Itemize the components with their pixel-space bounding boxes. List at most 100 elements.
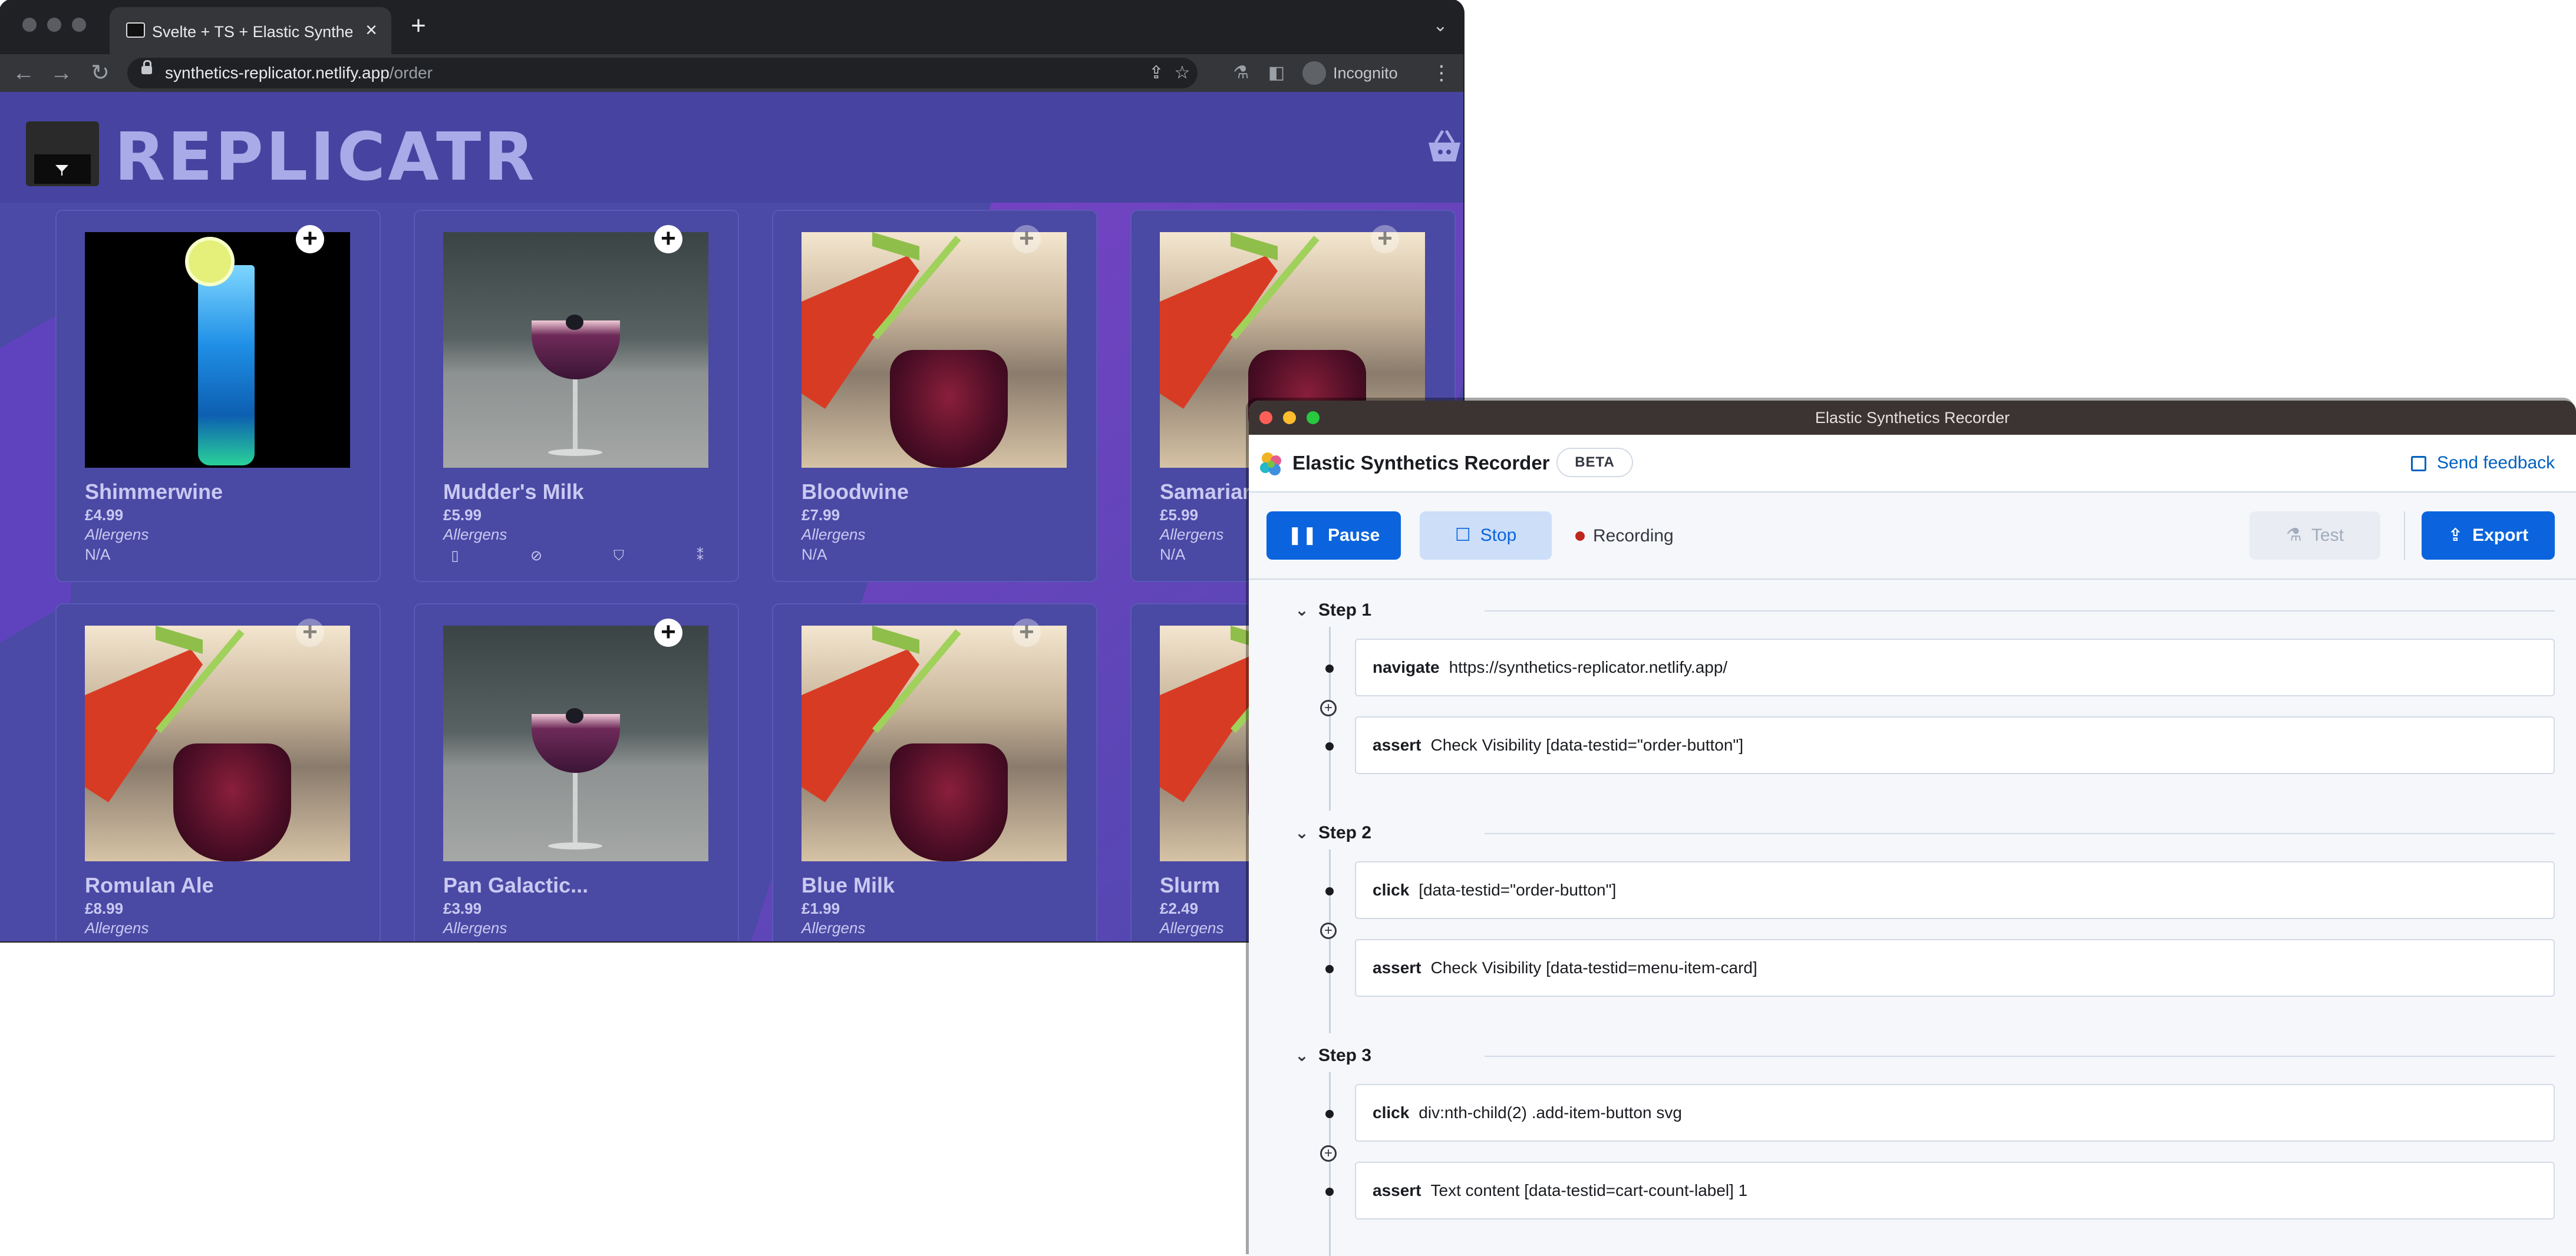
item-price: £4.99 xyxy=(85,506,124,524)
export-button[interactable]: ⇪ Export xyxy=(2422,511,2555,560)
url-text[interactable]: synthetics-replicator.netlify.app/order xyxy=(165,61,433,85)
incognito-profile[interactable]: Incognito xyxy=(1302,58,1420,88)
drink-image xyxy=(802,626,1067,861)
chevron-down-icon[interactable]: ⌄ xyxy=(1291,599,1312,622)
allergens-label: Allergens xyxy=(443,525,507,543)
site-header: REPLICATR xyxy=(0,92,1463,203)
item-name: Shimmerwine xyxy=(85,480,223,504)
add-item-button[interactable]: + xyxy=(1371,225,1399,253)
item-price: £1.99 xyxy=(802,900,840,917)
action-bullet xyxy=(1325,1188,1334,1196)
lock-icon xyxy=(141,60,152,74)
menu-item-card: + Shimmerwine £4.99 Allergens N/A xyxy=(57,211,380,581)
window-minimize-dot[interactable] xyxy=(1283,411,1296,424)
tab-search-chevron-icon[interactable]: ⌄ xyxy=(1429,14,1452,38)
menu-item-card: + Pan Galactic... £3.99 Allergens xyxy=(415,604,738,941)
allergens-label: Allergens xyxy=(802,525,866,543)
action-verb: assert xyxy=(1373,958,1421,977)
action-row[interactable]: click [data-testid="order-button"] xyxy=(1355,861,2555,919)
step-title: Step 2 xyxy=(1318,823,1372,842)
kebab-icon[interactable]: ⋮ xyxy=(1430,59,1453,87)
add-item-button[interactable]: + xyxy=(1012,619,1041,647)
star-icon[interactable]: ☆ xyxy=(1172,62,1193,84)
allergens-label: Allergens xyxy=(443,919,507,937)
item-name: Romulan Ale xyxy=(85,873,214,897)
action-detail: div:nth-child(2) .add-item-button svg xyxy=(1419,1103,1682,1122)
send-feedback-link[interactable]: Send feedback xyxy=(2411,448,2570,478)
step-header[interactable]: ⌄ Step 2 xyxy=(1295,821,1372,845)
test-button[interactable]: ⚗ Test xyxy=(2250,511,2380,560)
step-header[interactable]: ⌄ Step 1 xyxy=(1295,599,1371,622)
add-action-plus-icon[interactable]: + xyxy=(1320,923,1337,939)
share-icon[interactable]: ⇪ xyxy=(1146,62,1167,84)
item-price: £2.49 xyxy=(1160,900,1199,917)
tab-title: Svelte + TS + Elastic Synthetic xyxy=(152,23,352,41)
beta-badge: BETA xyxy=(1556,448,1633,477)
drink-image xyxy=(85,626,350,861)
action-detail: Check Visibility [data-testid=menu-item-… xyxy=(1430,958,1757,977)
window-close-dot[interactable] xyxy=(22,18,37,32)
step-header[interactable]: ⌄ Step 3 xyxy=(1295,1044,1372,1067)
recorder-titlebar: Elastic Synthetics Recorder xyxy=(1249,401,2576,435)
step-timeline xyxy=(1329,850,1331,1033)
allergens-value: N/A xyxy=(802,546,827,563)
add-item-button[interactable]: + xyxy=(1012,225,1041,253)
recorder-window: Elastic Synthetics Recorder Elastic Synt… xyxy=(1249,401,2576,1256)
address-bar[interactable]: synthetics-replicator.netlify.app/order … xyxy=(127,58,1198,88)
reload-icon[interactable]: ↻ xyxy=(86,59,114,87)
add-item-button[interactable]: + xyxy=(296,619,324,647)
drink-image xyxy=(802,232,1067,468)
sidepanel-icon[interactable]: ◧ xyxy=(1262,59,1291,87)
action-row[interactable]: click div:nth-child(2) .add-item-button s… xyxy=(1355,1084,2555,1142)
action-bullet xyxy=(1325,742,1334,751)
site-logo-text[interactable]: REPLICATR xyxy=(114,124,535,190)
wheat-icon: ⁑ xyxy=(697,548,704,564)
chevron-down-icon[interactable]: ⌄ xyxy=(1291,1044,1312,1067)
app-name: Elastic Synthetics Recorder xyxy=(1292,452,1550,474)
action-row[interactable]: assert Check Visibility [data-testid=menu… xyxy=(1355,939,2555,997)
add-action-plus-icon[interactable]: + xyxy=(1320,700,1337,716)
tab-strip: Svelte + TS + Elastic Synthetic × + ⌄ xyxy=(0,0,1463,54)
item-name: Pan Galactic... xyxy=(443,873,589,897)
menu-item-card: + Blue Milk £1.99 Allergens xyxy=(773,604,1096,941)
menu-item-card: + Mudder's Milk £5.99 Allergens ▯ ⊘ ⛉ ⁑ xyxy=(415,211,738,581)
action-verb: assert xyxy=(1373,1181,1421,1199)
add-item-button[interactable]: + xyxy=(654,619,682,647)
action-detail: https://synthetics-replicator.netlify.ap… xyxy=(1449,658,1728,676)
back-arrow-icon[interactable]: ← xyxy=(9,59,38,87)
allergens-label: Allergens xyxy=(1160,525,1224,543)
step-title: Step 3 xyxy=(1318,1046,1372,1065)
browser-tab[interactable]: Svelte + TS + Elastic Synthetic × xyxy=(110,7,391,54)
action-detail: Check Visibility [data-testid="order-but… xyxy=(1430,736,1744,754)
flask-icon[interactable]: ⚗ xyxy=(1227,59,1255,87)
action-row[interactable]: navigate https://synthetics-replicator.ne… xyxy=(1355,639,2555,696)
tab-close-icon[interactable]: × xyxy=(361,20,382,41)
window-zoom-dot[interactable] xyxy=(1307,411,1320,424)
pause-button[interactable]: ❚❚ Pause xyxy=(1266,511,1401,560)
drink-image xyxy=(443,232,708,468)
stop-button[interactable]: ☐ Stop xyxy=(1420,511,1552,560)
export-icon: ⇪ xyxy=(2448,525,2463,545)
basket-icon[interactable] xyxy=(1424,127,1463,165)
item-price: £5.99 xyxy=(1160,506,1199,524)
chevron-down-icon[interactable]: ⌄ xyxy=(1291,821,1312,845)
item-price: £7.99 xyxy=(802,506,840,524)
action-row[interactable]: assert Check Visibility [data-testid="ord… xyxy=(1355,716,2555,774)
window-zoom-dot[interactable] xyxy=(72,18,86,32)
step-divider xyxy=(1485,610,2555,612)
window-close-dot[interactable] xyxy=(1259,411,1272,424)
allergens-label: Allergens xyxy=(802,919,866,937)
add-item-button[interactable]: + xyxy=(296,225,324,253)
flask-icon: ⚗ xyxy=(2286,525,2302,545)
action-bullet xyxy=(1325,887,1334,895)
incognito-avatar-icon xyxy=(1302,61,1326,85)
add-action-plus-icon[interactable]: + xyxy=(1320,1145,1337,1162)
add-item-button[interactable]: + xyxy=(654,225,682,253)
forward-arrow-icon[interactable]: → xyxy=(47,59,75,87)
action-row[interactable]: assert Text content [data-testid=cart-cou… xyxy=(1355,1162,2555,1219)
window-minimize-dot[interactable] xyxy=(47,18,61,32)
window-title: Elastic Synthetics Recorder xyxy=(1815,409,2010,427)
link-icon: ⊘ xyxy=(530,548,543,564)
stop-icon: ☐ xyxy=(1454,525,1471,545)
new-tab-plus-icon[interactable]: + xyxy=(405,13,431,39)
